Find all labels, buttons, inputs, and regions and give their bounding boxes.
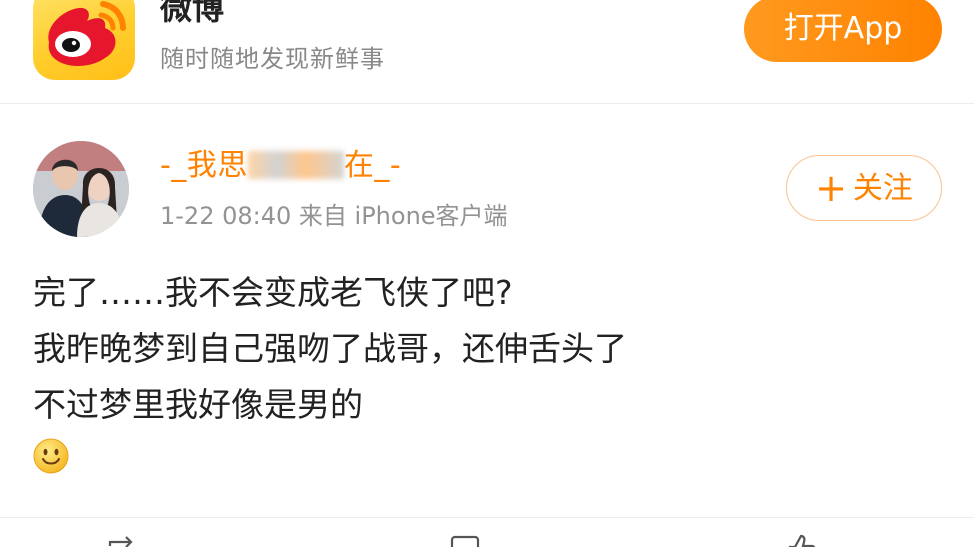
post-text-line: 不过梦里我好像是男的 (33, 385, 363, 424)
app-slogan: 随时随地发现新鲜事 (160, 45, 385, 73)
post-text-line: 我昨晚梦到自己强吻了战哥，还伸舌头了 (33, 329, 627, 368)
post-source: 来自 iPhone客户端 (298, 202, 508, 230)
follow-label: 关注 (852, 171, 913, 206)
app-name: 微博 (160, 0, 225, 27)
plus-icon: + (815, 166, 847, 210)
comment-button[interactable] (448, 532, 482, 547)
weibo-logo-icon[interactable] (33, 0, 135, 80)
username-suffix: 在_- (343, 148, 402, 183)
repost-icon (108, 536, 133, 547)
post-body: 完了……我不会变成老飞侠了吧? 我昨晚梦到自己强吻了战哥，还伸舌头了 不过梦里我… (33, 265, 933, 433)
weibo-mobile-page: 微博 随时随地发现新鲜事 打开App -_我思 在_- 1-22 08:40 来自… (0, 0, 974, 547)
avatar[interactable] (33, 141, 129, 237)
post-timestamp: 1-22 08:40 (160, 202, 292, 230)
post-text-line: 完了……我不会变成老飞侠了吧? (33, 273, 513, 312)
repost-button[interactable] (104, 532, 138, 547)
meta-separator (291, 202, 299, 230)
username[interactable]: -_我思 在_- (160, 146, 401, 186)
blurred-name-segment (247, 151, 344, 179)
post-meta: 1-22 08:40 来自 iPhone客户端 (160, 199, 508, 233)
open-app-button[interactable]: 打开App (744, 0, 942, 62)
smile-emoji-icon (33, 438, 69, 474)
comment-icon (450, 535, 480, 547)
follow-button[interactable]: + 关注 (786, 155, 942, 221)
post-action-bar (0, 518, 974, 547)
like-button[interactable] (784, 532, 818, 547)
username-prefix: -_我思 (160, 148, 248, 183)
like-icon (788, 534, 816, 547)
app-download-banner: 微博 随时随地发现新鲜事 打开App (0, 0, 974, 104)
